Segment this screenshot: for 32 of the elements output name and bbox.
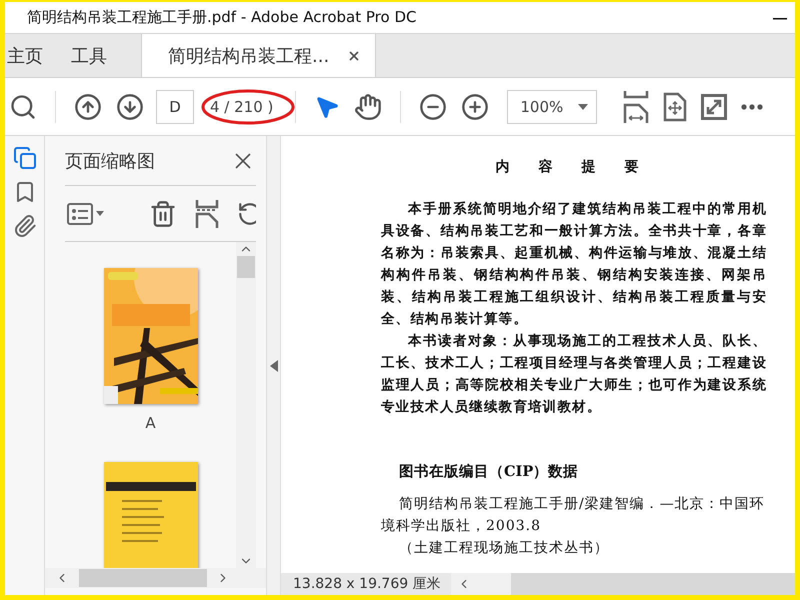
page-number-field[interactable]: D: [156, 90, 194, 124]
pages-icon[interactable]: [12, 146, 36, 170]
paragraph: 本手册系统简明地介绍了建筑结构吊装工程中的常用机具设备、结构吊装工艺和一般计算方法。全书共十章，各章名称为：吊装索具、起重机械、构件运输与堆放、混凝土结构构件吊装、钢结构构件吊装、钢结构安装连接、网架吊装、结构吊装工程施工组织设计、结构吊装工程质量与安全、结构吊装计算等。: [381, 200, 767, 329]
page-size: 13.828 x 19.769 厘米: [292, 575, 442, 594]
options-button[interactable]: [65, 200, 107, 226]
tab[interactable]: 工具: [69, 34, 119, 77]
scrollbar-thumb[interactable]: [79, 569, 207, 587]
more-icon: [741, 104, 764, 110]
zoom-dropdown[interactable]: 100%: [507, 90, 598, 124]
page-break-button[interactable]: [193, 198, 221, 230]
close-icon[interactable]: [347, 48, 362, 62]
collapse-icon[interactable]: [270, 360, 278, 372]
window-title: 简明结构吊装工程施工手册.pdf - Adobe Acrobat Pro DC: [27, 8, 418, 27]
vertical-scrollbar[interactable]: [236, 242, 256, 568]
paperclip-icon[interactable]: [12, 214, 36, 238]
page-count: 4 / 210 ): [210, 98, 274, 116]
full-screen-button[interactable]: [699, 92, 730, 122]
scrollbar-thumb[interactable]: [237, 256, 255, 278]
more-button[interactable]: [739, 102, 766, 112]
text-line: （土建工程现场施工技术丛书）: [398, 539, 610, 558]
panel-title: 页面缩略图: [65, 150, 155, 172]
section-heading: 内 容 提 要: [494, 158, 652, 176]
horizontal-scrollbar[interactable]: [45, 568, 266, 588]
fit-width-button[interactable]: [621, 88, 652, 124]
horizontal-scrollbar[interactable]: [450, 573, 795, 595]
tab[interactable]: 简明结构吊装工程...: [141, 34, 376, 77]
paragraph: 本书读者对象：从事现场施工的工程技术人员、队长、工长、技术工人；工程项目经理与各类管理人员；工程建设监理人员；高等院校相关专业广大师生；也可作为建设系统专业技术人员继续教育培训教材。: [381, 332, 767, 417]
page-label: A: [145, 414, 156, 432]
text-line: 简明结构吊装工程施工手册/梁建智编．—北京：中国环境科学出版社，2003.8: [381, 495, 766, 536]
section-heading: 图书在版编目（CIP）数据: [399, 462, 580, 481]
tab[interactable]: 主页: [5, 34, 55, 77]
caret-icon: [578, 104, 588, 110]
